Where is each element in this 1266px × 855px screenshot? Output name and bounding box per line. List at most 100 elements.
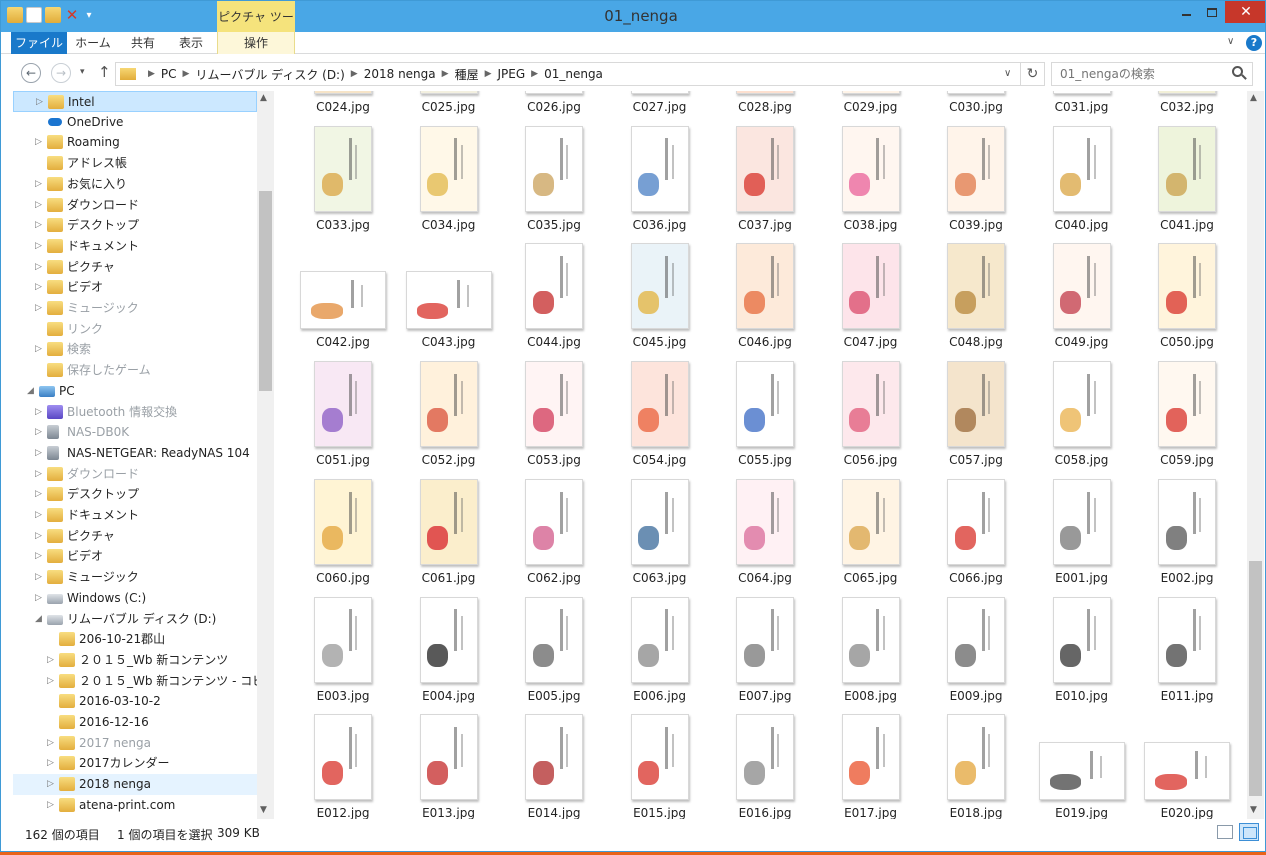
sidebar-item[interactable]: OneDrive xyxy=(13,112,257,133)
file-item[interactable]: C044.jpg xyxy=(496,241,596,359)
sidebar-item[interactable]: ◢ PC xyxy=(13,381,257,402)
tab-file[interactable]: ファイル xyxy=(11,32,67,54)
file-item[interactable]: E006.jpg xyxy=(602,595,702,713)
scroll-down-icon[interactable]: ▼ xyxy=(1250,805,1257,815)
collapse-arrow-icon[interactable]: ▷ xyxy=(35,402,45,423)
file-item[interactable]: C061.jpg xyxy=(391,477,491,595)
sidebar-item[interactable]: 2016-03-10-2 xyxy=(13,691,257,712)
help-icon[interactable]: ? xyxy=(1246,35,1262,51)
large-icons-view-icon[interactable] xyxy=(1239,823,1259,841)
file-item[interactable]: C062.jpg xyxy=(496,477,596,595)
breadcrumb-item[interactable]: 2018 nenga xyxy=(364,67,436,81)
breadcrumb-item[interactable]: 種屋 xyxy=(455,66,479,83)
file-item[interactable]: C028.jpg xyxy=(707,91,807,124)
search-icon[interactable] xyxy=(1232,66,1243,77)
collapse-arrow-icon[interactable]: ▷ xyxy=(47,671,57,692)
address-bar[interactable]: ▶ PC ▶ リムーバブル ディスク (D:) ▶ 2018 nenga ▶ 種… xyxy=(115,62,1021,86)
chevron-right-icon[interactable]: ▶ xyxy=(485,69,492,79)
forward-button[interactable]: → xyxy=(51,63,71,83)
sidebar-item[interactable]: ▷ ビデオ xyxy=(13,546,257,567)
file-item[interactable]: C066.jpg xyxy=(918,477,1018,595)
refresh-button[interactable]: ↻ xyxy=(1021,62,1045,86)
sidebar-item[interactable]: ▷ ピクチャ xyxy=(13,526,257,547)
sidebar-item[interactable]: ▷ ミュージック xyxy=(13,567,257,588)
sidebar-item[interactable]: ▷ ２０１５_Wb 新コンテンツ xyxy=(13,650,257,671)
file-item[interactable]: E009.jpg xyxy=(918,595,1018,713)
file-item[interactable]: C040.jpg xyxy=(1024,124,1124,242)
tab-view[interactable]: 表示 xyxy=(171,32,211,54)
properties-icon[interactable] xyxy=(26,7,42,23)
chevron-right-icon[interactable]: ▶ xyxy=(442,69,449,79)
scroll-up-icon[interactable]: ▲ xyxy=(260,93,267,103)
file-item[interactable]: C024.jpg xyxy=(285,91,385,124)
collapse-arrow-icon[interactable]: ▷ xyxy=(35,257,45,278)
collapse-arrow-icon[interactable]: ▷ xyxy=(47,753,57,774)
file-item[interactable]: E011.jpg xyxy=(1129,595,1229,713)
file-item[interactable]: C033.jpg xyxy=(285,124,385,242)
new-folder-icon[interactable] xyxy=(45,7,61,23)
file-item[interactable]: C064.jpg xyxy=(707,477,807,595)
expand-arrow-icon[interactable]: ◢ xyxy=(27,381,37,402)
collapse-arrow-icon[interactable]: ▷ xyxy=(35,339,45,360)
sidebar-item[interactable]: ▷ atena-print.com xyxy=(13,795,257,816)
sidebar-item[interactable]: 保存したゲーム xyxy=(13,360,257,381)
chevron-right-icon[interactable]: ▶ xyxy=(148,69,155,79)
chevron-down-icon[interactable]: ∨ xyxy=(1227,36,1234,47)
search-input[interactable] xyxy=(1051,62,1253,86)
file-item[interactable]: C052.jpg xyxy=(391,359,491,477)
file-item[interactable]: C038.jpg xyxy=(813,124,913,242)
file-item[interactable]: C059.jpg xyxy=(1129,359,1229,477)
up-button[interactable]: ↑ xyxy=(98,63,111,81)
collapse-arrow-icon[interactable]: ▷ xyxy=(35,443,45,464)
folder-icon[interactable] xyxy=(7,7,23,23)
address-history-icon[interactable]: ∨ xyxy=(1004,68,1011,79)
recent-locations-icon[interactable]: ▾ xyxy=(80,67,85,77)
sidebar-item[interactable]: 2016-12-16 xyxy=(13,712,257,733)
file-item[interactable]: C053.jpg xyxy=(496,359,596,477)
collapse-arrow-icon[interactable]: ▷ xyxy=(35,195,45,216)
file-item[interactable]: E002.jpg xyxy=(1129,477,1229,595)
collapse-arrow-icon[interactable]: ▷ xyxy=(35,464,45,485)
navigation-pane-scrollbar[interactable]: ▲ ▼ xyxy=(257,91,274,819)
chevron-right-icon[interactable]: ▶ xyxy=(351,69,358,79)
file-item[interactable]: C037.jpg xyxy=(707,124,807,242)
file-item[interactable]: C060.jpg xyxy=(285,477,385,595)
file-item[interactable]: C029.jpg xyxy=(813,91,913,124)
file-item[interactable]: E007.jpg xyxy=(707,595,807,713)
delete-icon[interactable]: ✕ xyxy=(64,7,80,23)
file-item[interactable]: E019.jpg xyxy=(1024,712,1125,819)
sidebar-item[interactable]: ▷ ドキュメント xyxy=(13,236,257,257)
collapse-arrow-icon[interactable]: ▷ xyxy=(35,132,45,153)
file-item[interactable]: C046.jpg xyxy=(707,241,807,359)
file-item[interactable]: C025.jpg xyxy=(391,91,491,124)
scrollbar-thumb[interactable] xyxy=(1249,561,1262,796)
file-item[interactable]: C032.jpg xyxy=(1129,91,1229,124)
file-item[interactable]: C042.jpg xyxy=(285,241,386,359)
maximize-button[interactable] xyxy=(1199,1,1225,23)
collapse-arrow-icon[interactable]: ▷ xyxy=(35,215,45,236)
collapse-arrow-icon[interactable]: ▷ xyxy=(35,546,45,567)
file-item[interactable]: E018.jpg xyxy=(918,712,1018,819)
file-item[interactable]: E001.jpg xyxy=(1024,477,1124,595)
file-item[interactable]: E003.jpg xyxy=(285,595,385,713)
collapse-arrow-icon[interactable]: ▷ xyxy=(35,484,45,505)
file-item[interactable]: C043.jpg xyxy=(391,241,492,359)
sidebar-item[interactable]: ▷ Roaming xyxy=(13,132,257,153)
sidebar-item[interactable]: ▷ ダウンロード xyxy=(13,464,257,485)
file-item[interactable]: C049.jpg xyxy=(1024,241,1124,359)
file-item[interactable]: C055.jpg xyxy=(707,359,807,477)
sidebar-item[interactable]: ▷ 2018 nenga xyxy=(13,774,257,796)
sidebar-item[interactable]: ▷ ミュージック xyxy=(13,298,257,319)
sidebar-item[interactable]: ▷ Windows (C:) xyxy=(13,588,257,609)
scroll-down-icon[interactable]: ▼ xyxy=(260,805,267,815)
sidebar-item[interactable]: ◢ リムーバブル ディスク (D:) xyxy=(13,609,257,630)
sidebar-item[interactable]: ▷ Intel xyxy=(13,91,257,112)
sidebar-item[interactable]: ▷ 検索 xyxy=(13,339,257,360)
file-item[interactable]: E013.jpg xyxy=(391,712,491,819)
sidebar-item[interactable]: ▷ デスクトップ xyxy=(13,484,257,505)
file-item[interactable]: C027.jpg xyxy=(602,91,702,124)
file-item[interactable]: C034.jpg xyxy=(391,124,491,242)
file-item[interactable]: C063.jpg xyxy=(602,477,702,595)
file-item[interactable]: C035.jpg xyxy=(496,124,596,242)
breadcrumb-item[interactable]: リムーバブル ディスク (D:) xyxy=(195,66,344,83)
